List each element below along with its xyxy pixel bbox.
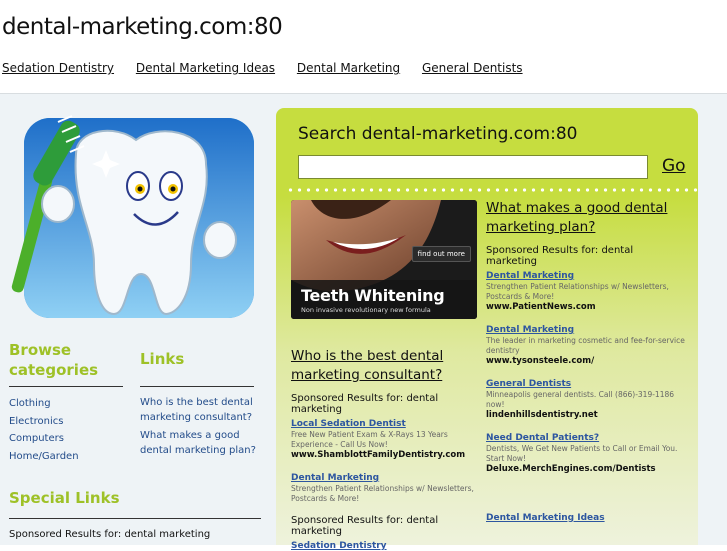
links-heading: Links: [140, 350, 185, 368]
sponsored-label: Sponsored Results for: dental marketing: [486, 245, 634, 267]
result-title-link[interactable]: Sedation Dentistry: [291, 541, 387, 551]
divider: [140, 386, 254, 387]
ad-brand-text: Teeth Whitening: [301, 286, 445, 305]
result-title-link[interactable]: Dental Marketing: [486, 271, 574, 281]
divider: [9, 518, 261, 519]
link-good-plan[interactable]: What makes a good dental marketing plan?: [140, 428, 260, 458]
sponsored-label: Sponsored Results for: dental marketing: [9, 529, 211, 540]
result-block-plan: What makes a good dental marketing plan?…: [486, 199, 686, 523]
link-best-consultant[interactable]: Who is the best dental marketing consult…: [140, 395, 260, 425]
divider: [9, 386, 123, 387]
teeth-whitening-ad[interactable]: find out more Teeth Whitening Non invasi…: [291, 200, 477, 319]
dotted-divider: [286, 188, 698, 192]
category-link-electronics[interactable]: Electronics: [9, 413, 79, 431]
find-out-more-button[interactable]: find out more: [411, 246, 471, 262]
links-list: Who is the best dental marketing consult…: [140, 395, 260, 461]
category-link-computers[interactable]: Computers: [9, 430, 79, 448]
sponsored-result: Need Dental Patients? Dentists, We Get N…: [486, 432, 686, 474]
result-title-link[interactable]: Need Dental Patients?: [486, 433, 599, 443]
result-url-link[interactable]: www.PatientNews.com: [486, 302, 596, 312]
results-area: find out more Teeth Whitening Non invasi…: [276, 196, 698, 551]
sponsored-result: Local Sedation Dentist Free New Patient …: [291, 418, 481, 460]
search-input[interactable]: [298, 155, 648, 179]
sponsored-result: General Dentists Minneapolis general den…: [486, 378, 686, 420]
category-list: Clothing Electronics Computers Home/Gard…: [9, 395, 79, 465]
sponsored-result: Dental Marketing Ideas: [486, 512, 686, 523]
tooth-mascot-image: [6, 114, 256, 324]
sponsored-result: Sedation Dentistry: [291, 540, 481, 551]
result-title-link[interactable]: General Dentists: [486, 379, 571, 389]
result-title-link[interactable]: Dental Marketing Ideas: [486, 513, 605, 523]
result-url-link[interactable]: www.tysonsteele.com/: [486, 356, 594, 366]
ad-tagline: Non invasive revolutionary new formula: [301, 306, 431, 314]
result-description: The leader in marketing cosmetic and fee…: [486, 336, 685, 355]
result-description: Free New Patient Exam & X-Rays 13 Years …: [291, 430, 448, 449]
category-link-clothing[interactable]: Clothing: [9, 395, 79, 413]
question-link-plan[interactable]: What makes a good dental marketing plan?: [486, 199, 686, 237]
search-panel: Search dental-marketing.com:80 Go find o…: [276, 108, 698, 551]
sponsored-result: Dental Marketing The leader in marketing…: [486, 324, 686, 366]
result-description: Strengthen Patient Relationships w/ News…: [486, 282, 669, 301]
sponsored-label: Sponsored Results for: dental marketing: [291, 393, 439, 415]
result-block-consultant: Who is the best dental marketing consult…: [291, 347, 481, 551]
sponsored-label: Sponsored Results for: dental marketing: [291, 515, 439, 537]
browse-categories-heading: Browse categories: [9, 341, 99, 379]
result-title-link[interactable]: Dental Marketing: [291, 473, 379, 483]
top-nav: Sedation Dentistry Dental Marketing Idea…: [2, 61, 541, 75]
sponsored-result: Dental Marketing Strengthen Patient Rela…: [291, 472, 481, 503]
page-title: dental-marketing.com:80: [2, 14, 283, 40]
go-button[interactable]: Go: [662, 156, 686, 176]
result-url-link[interactable]: lindenhillsdentistry.net: [486, 410, 598, 420]
result-description: Minneapolis general dentists. Call (866)…: [486, 390, 675, 409]
nav-link-sedation-dentistry[interactable]: Sedation Dentistry: [2, 61, 114, 75]
nav-link-general-dentists[interactable]: General Dentists: [422, 61, 523, 75]
result-url-link[interactable]: www.ShamblottFamilyDentistry.com: [291, 450, 465, 460]
result-title-link[interactable]: Local Sedation Dentist: [291, 419, 406, 429]
result-title-link[interactable]: Dental Marketing: [486, 325, 574, 335]
result-url-link[interactable]: Deluxe.MerchEngines.com/Dentists: [486, 464, 656, 474]
category-link-home-garden[interactable]: Home/Garden: [9, 448, 79, 466]
nav-link-dental-marketing-ideas[interactable]: Dental Marketing Ideas: [136, 61, 275, 75]
special-links-heading: Special Links: [9, 489, 120, 507]
nav-link-dental-marketing[interactable]: Dental Marketing: [297, 61, 400, 75]
question-link-consultant[interactable]: Who is the best dental marketing consult…: [291, 347, 481, 385]
result-description: Dentists, We Get New Patients to Call or…: [486, 444, 678, 463]
sponsored-result: Dental Marketing Strengthen Patient Rela…: [486, 270, 686, 312]
search-heading: Search dental-marketing.com:80: [298, 124, 578, 144]
result-description: Strengthen Patient Relationships w/ News…: [291, 484, 474, 503]
